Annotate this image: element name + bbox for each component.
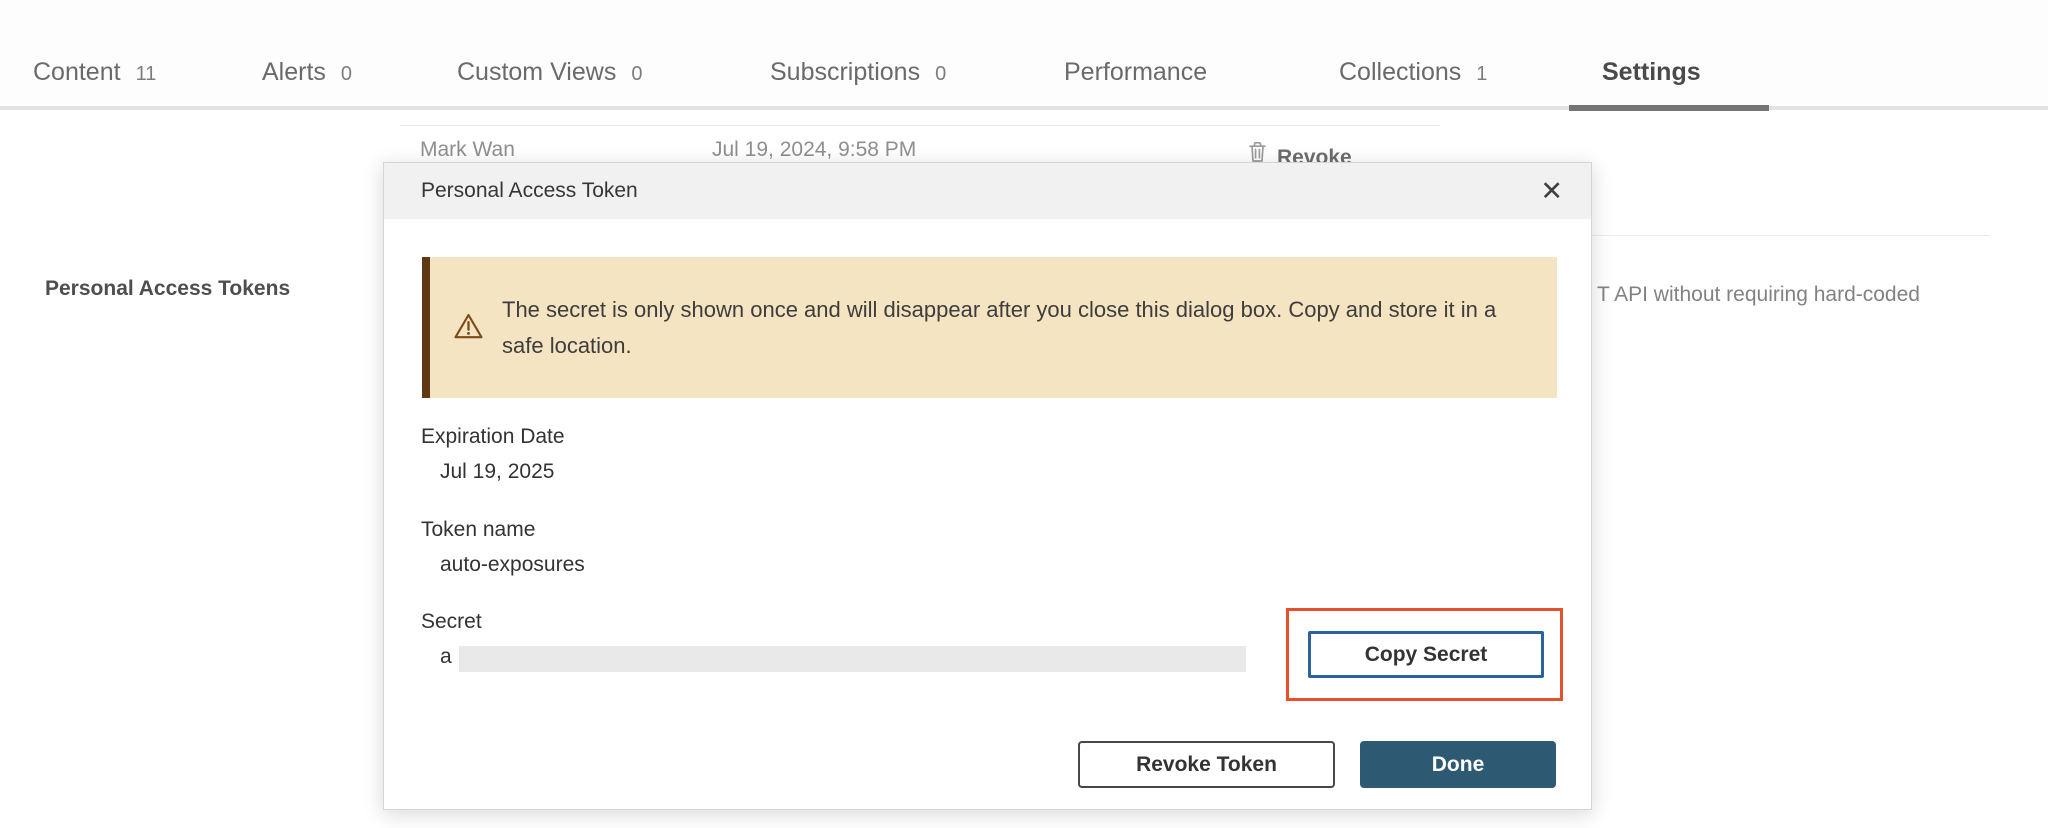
dialog-title: Personal Access Token: [421, 179, 638, 203]
secret-label: Secret: [421, 610, 482, 634]
warning-triangle-icon: [453, 312, 484, 345]
warning-banner: The secret is only shown once and will d…: [422, 257, 1557, 398]
expiration-date-label: Expiration Date: [421, 425, 565, 449]
dialog-header: Personal Access Token ✕: [384, 163, 1591, 219]
done-button[interactable]: Done: [1360, 741, 1556, 788]
secret-visible-value: a: [440, 645, 452, 669]
expiration-date-value: Jul 19, 2025: [440, 460, 554, 484]
personal-access-tokens-label: Personal Access Tokens: [45, 277, 290, 301]
revoke-token-button[interactable]: Revoke Token: [1078, 741, 1335, 788]
close-icon[interactable]: ✕: [1540, 178, 1563, 205]
copy-secret-button[interactable]: Copy Secret: [1308, 631, 1544, 678]
section-description-fragment: T API without requiring hard-coded: [1597, 283, 1920, 307]
token-name-value: auto-exposures: [440, 553, 585, 577]
table-row-divider: [400, 125, 1440, 126]
page: Content11 Alerts0 Custom Views0 Subscrip…: [0, 0, 2048, 828]
secret-redacted-bar: [459, 646, 1246, 672]
token-name-label: Token name: [421, 518, 535, 542]
token-row-timestamp: Jul 19, 2024, 9:58 PM: [712, 138, 916, 162]
warning-message: The secret is only shown once and will d…: [502, 292, 1542, 364]
token-row-user: Mark Wan: [420, 138, 515, 162]
personal-access-token-dialog: Personal Access Token ✕ The secret is on…: [383, 162, 1592, 810]
